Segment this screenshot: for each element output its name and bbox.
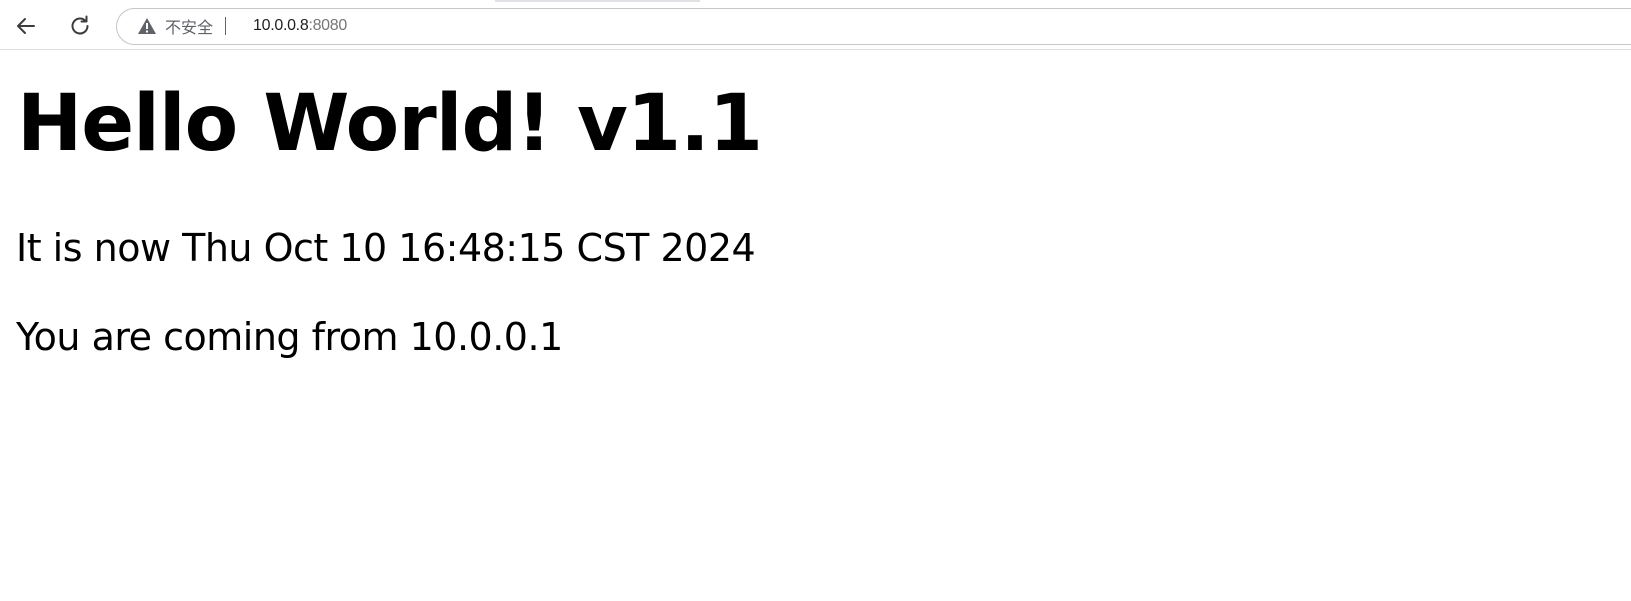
chip-divider — [225, 17, 227, 35]
security-indicator[interactable]: 不安全 — [137, 9, 227, 43]
browser-toolbar: 不安全 10.0.0.8:8080 — [0, 0, 1631, 50]
client-ip-text: You are coming from 10.0.0.1 — [16, 315, 563, 359]
active-tab-edge[interactable] — [0, 0, 495, 2]
url-text[interactable]: 10.0.0.8:8080 — [253, 9, 347, 43]
reload-button[interactable] — [63, 9, 97, 43]
address-bar[interactable]: 不安全 10.0.0.8:8080 — [116, 8, 1631, 45]
tab-strip — [0, 0, 1631, 2]
inactive-tab-edge[interactable] — [700, 0, 1631, 2]
back-arrow-icon — [17, 18, 35, 34]
security-label: 不安全 — [165, 18, 214, 37]
reload-icon — [71, 15, 89, 35]
back-button[interactable] — [9, 9, 43, 43]
page-heading: Hello World! v1.1 — [17, 79, 763, 169]
url-host: 10.0.0.8 — [253, 17, 309, 34]
warning-triangle-icon — [138, 18, 156, 34]
current-time-text: It is now Thu Oct 10 16:48:15 CST 2024 — [16, 226, 756, 270]
url-port: :8080 — [308, 17, 347, 34]
